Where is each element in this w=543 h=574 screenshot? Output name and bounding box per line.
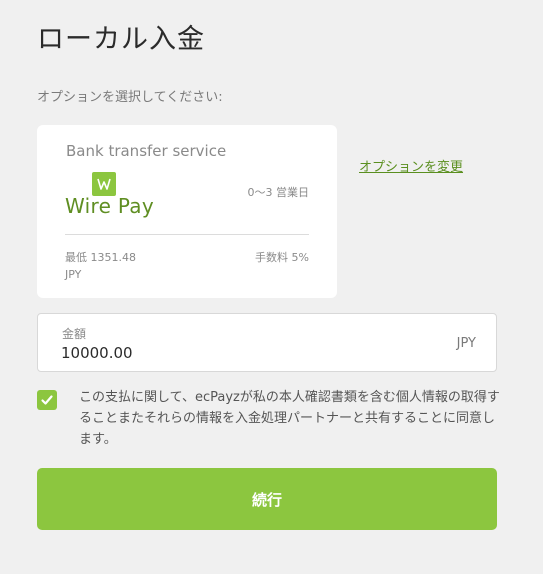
card-divider [65, 234, 309, 235]
fee-label: 手数料 5% [255, 251, 309, 264]
minimum-amount-value: 最低 1351.48 [65, 251, 136, 264]
consent-text: この支払に関して、ecPayzが私の本人確認書類を含む個人情報の取得することまた… [79, 390, 500, 447]
option-prompt: オプションを選択してください: [37, 90, 223, 105]
currency-label: JPY [456, 336, 476, 351]
wirepay-logo: Wire Pay [65, 172, 155, 222]
minimum-amount-currency: JPY [65, 268, 82, 281]
continue-button[interactable]: 続行 [37, 468, 497, 530]
amount-label: 金額 [62, 327, 87, 341]
page-title: ローカル入金 [37, 24, 205, 55]
checkmark-icon [41, 395, 53, 405]
wirepay-w-badge-icon [92, 172, 116, 196]
wirepay-logo-text: Wire Pay [65, 194, 154, 218]
processing-time: 0〜3 営業日 [247, 186, 310, 199]
minimum-amount: 最低 1351.48 JPY [65, 249, 136, 283]
payment-option-card[interactable]: Bank transfer service Wire Pay 0〜3 営業日 最… [37, 125, 337, 298]
consent-checkbox[interactable] [37, 390, 57, 410]
amount-field[interactable]: 金額 JPY [37, 313, 497, 372]
amount-input[interactable] [61, 344, 421, 362]
provider-label: Bank transfer service [66, 142, 227, 160]
change-option-link[interactable]: オプションを変更 [359, 156, 463, 175]
